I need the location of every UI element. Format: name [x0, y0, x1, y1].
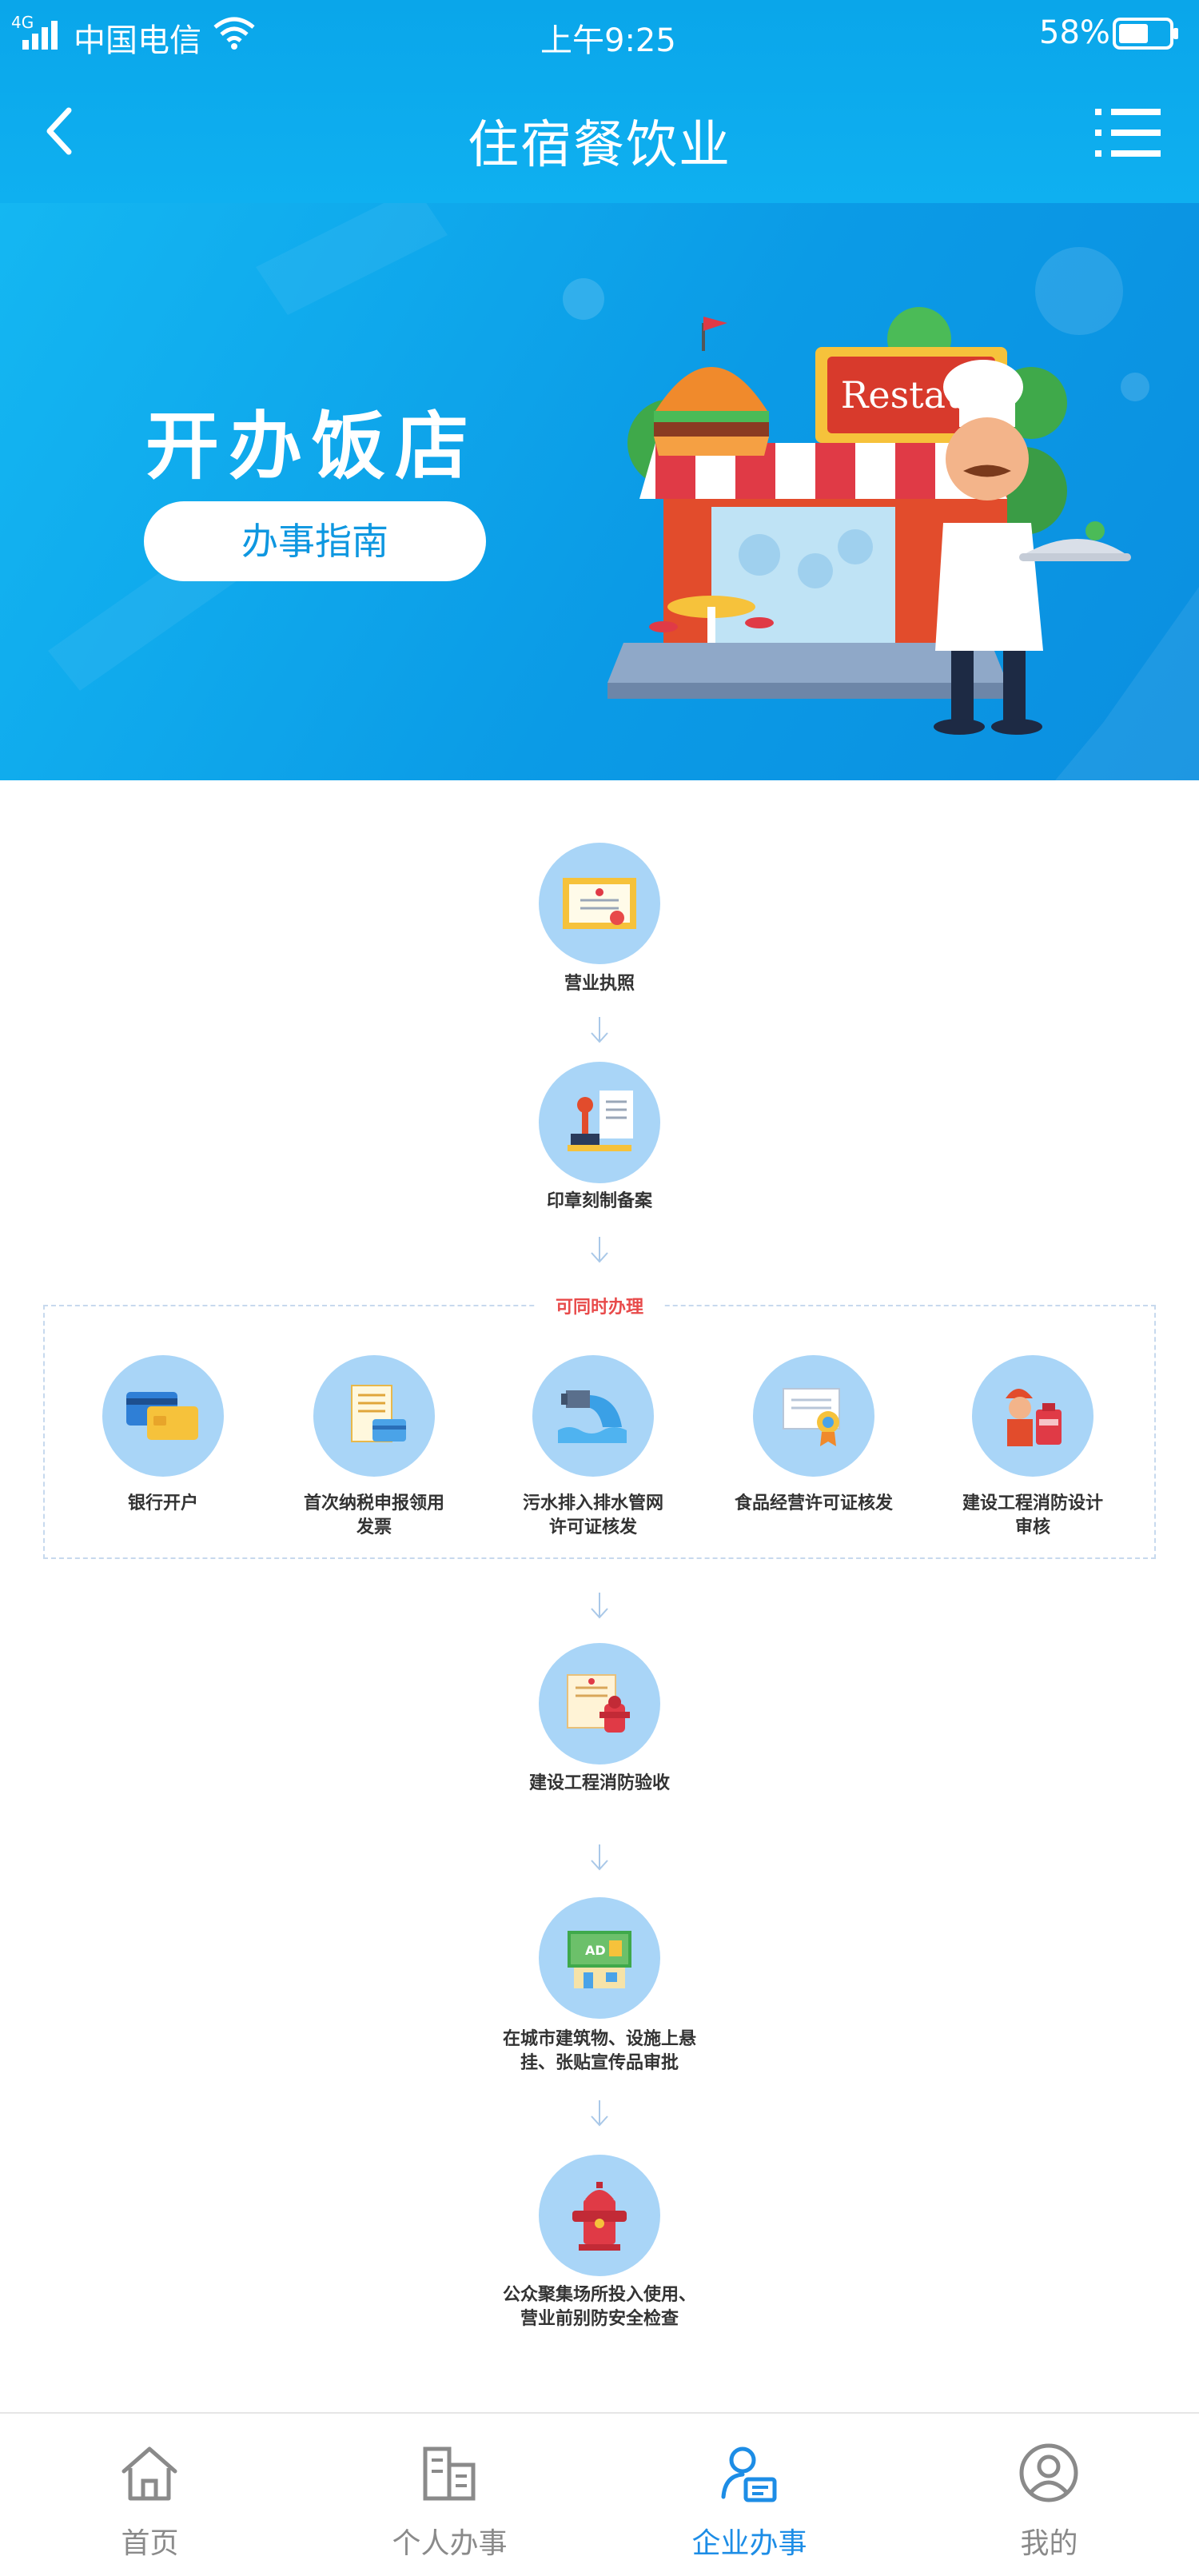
navigation-bar: 住宿餐饮业	[0, 67, 1199, 203]
food-license-icon	[783, 1388, 840, 1446]
step-label: 银行开户	[127, 1493, 198, 1513]
menu-button[interactable]	[1087, 101, 1167, 165]
home-icon	[121, 2446, 177, 2501]
enterprise-icon	[721, 2446, 777, 2502]
step-label: 在城市建筑物、设施上悬 挂、张贴宣传品审批	[502, 2029, 696, 2073]
flow-arrow-icon	[591, 1017, 608, 1043]
step-icon-circle	[532, 1355, 654, 1477]
step-label: 公众聚集场所投入使用、 营业前别防安全检查	[502, 2285, 696, 2329]
step-label: 食品经营许可证核发	[734, 1493, 893, 1513]
bank-card-icon	[126, 1392, 198, 1440]
fire-design-icon	[1006, 1389, 1062, 1446]
step-icon-circle	[539, 1062, 660, 1183]
step-label: 营业执照	[564, 974, 635, 994]
step-icon-circle	[972, 1355, 1093, 1477]
step-icon-circle	[539, 843, 660, 964]
tab-label: 首页	[121, 2527, 179, 2560]
step-icon-circle	[539, 1643, 660, 1765]
signal-icon	[22, 21, 58, 50]
step-icon-circle	[102, 1355, 224, 1477]
bottom-tab-bar: 首页 个人办事 企业办事 我的	[0, 2412, 1199, 2576]
tab-enterprise-affairs[interactable]: 企业办事	[600, 2414, 899, 2576]
svg-text:AD: AD	[585, 1943, 606, 1958]
wifi-icon	[213, 17, 255, 50]
status-bar: 4G 中国电信 上午9:25 58%	[0, 0, 1199, 67]
step-icon-circle	[539, 2155, 660, 2276]
tab-label: 个人办事	[392, 2527, 508, 2560]
flow-arrow-icon	[591, 1844, 608, 1871]
sewage-pipe-icon	[558, 1390, 627, 1443]
user-icon	[1019, 2443, 1078, 2502]
page-title: 住宿餐饮业	[468, 116, 731, 175]
step-label: 建设工程消防设计 审核	[962, 1493, 1103, 1537]
certificate-icon	[563, 878, 636, 929]
step-icon-circle	[753, 1355, 874, 1477]
fire-acceptance-icon	[567, 1674, 630, 1733]
guide-button[interactable]: 办事指南	[144, 501, 486, 581]
battery-icon	[1113, 18, 1178, 50]
fire-hydrant-icon	[572, 2182, 627, 2251]
billboard-icon: AD	[568, 1931, 631, 1988]
banner-title: 开办饭店	[145, 404, 479, 489]
step-label: 建设工程消防验收	[528, 1773, 670, 1793]
step-label: 首次纳税申报领用 发票	[303, 1493, 444, 1537]
carrier-name: 中国电信	[74, 22, 201, 59]
stamp-icon	[568, 1091, 633, 1151]
flow-arrow-icon	[591, 1593, 608, 1619]
step-icon-circle	[313, 1355, 435, 1477]
invoice-icon	[351, 1385, 406, 1442]
flow-arrow-icon	[591, 1237, 608, 1263]
tab-personal-affairs[interactable]: 个人办事	[300, 2414, 600, 2576]
parallel-group-label: 可同时办理	[536, 1293, 663, 1318]
tab-label: 我的	[1020, 2527, 1078, 2560]
step-label: 印章刻制备案	[546, 1191, 652, 1211]
tab-mine[interactable]: 我的	[899, 2414, 1199, 2576]
building-icon	[423, 2446, 476, 2501]
battery-percent: 58%	[1039, 14, 1110, 51]
tab-label: 企业办事	[691, 2527, 807, 2560]
header: 4G 中国电信 上午9:25 58% 住宿餐饮业	[0, 0, 1199, 203]
flow-arrow-icon	[591, 2100, 608, 2127]
list-menu-icon	[1095, 109, 1161, 157]
step-icon-circle: AD	[539, 1897, 660, 2019]
restaurant-illustration: Restau-	[607, 307, 1131, 735]
clock: 上午9:25	[540, 22, 676, 59]
hero-banner: 开办饭店 办事指南 Restau-	[0, 203, 1199, 780]
step-label: 污水排入排水管网 许可证核发	[522, 1493, 663, 1537]
tab-home[interactable]: 首页	[0, 2414, 300, 2576]
